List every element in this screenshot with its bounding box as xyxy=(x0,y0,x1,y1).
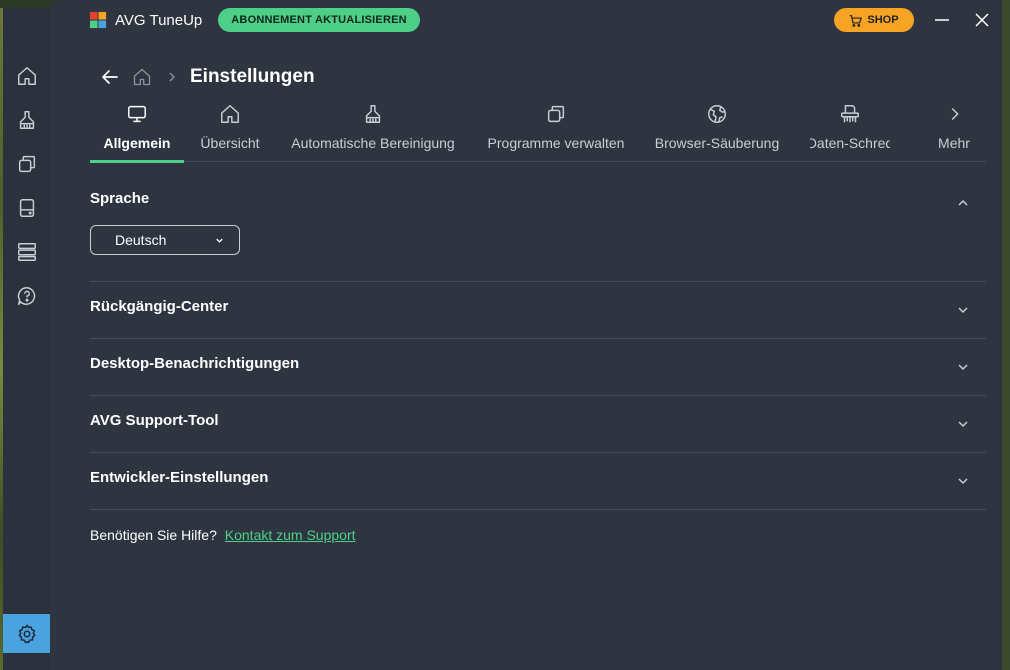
close-button[interactable] xyxy=(972,10,992,30)
page-title: Einstellungen xyxy=(190,66,315,87)
tab-label: Daten-Schred xyxy=(810,135,890,151)
sidebar-item-settings[interactable] xyxy=(3,614,50,653)
close-icon xyxy=(975,13,989,27)
section-toggle[interactable] xyxy=(956,360,970,374)
drive-icon xyxy=(19,199,34,217)
section-title: Sprache xyxy=(90,190,150,207)
chevron-up-icon xyxy=(958,199,968,206)
contact-support-link[interactable]: Kontakt zum Support xyxy=(225,527,356,543)
minimize-icon xyxy=(935,19,949,21)
chevron-down-icon xyxy=(958,478,968,485)
section-toggle[interactable] xyxy=(956,417,970,431)
stack-icon xyxy=(17,243,36,261)
tab-label: Übersicht xyxy=(200,135,260,151)
section-entwickler-einstellungen[interactable]: Entwickler-Einstellungen xyxy=(90,453,986,510)
tab-mehr[interactable]: Mehr xyxy=(934,100,974,162)
tab-uebersicht[interactable]: Übersicht xyxy=(192,100,268,162)
upgrade-subscription-button[interactable]: ABONNEMENT AKTUALISIEREN xyxy=(218,8,420,32)
sidebar-item-stack[interactable] xyxy=(3,232,50,272)
sidebar-item-drive[interactable] xyxy=(3,188,50,228)
broom-icon xyxy=(19,111,34,129)
breadcrumb: Einstellungen xyxy=(100,64,315,90)
section-title: Entwickler-Einstellungen xyxy=(90,469,269,486)
tab-browser-saeuberung[interactable]: Browser-Säuberung xyxy=(653,100,781,162)
chevron-right-icon xyxy=(169,72,175,82)
broom-icon xyxy=(365,105,381,123)
chevron-down-icon xyxy=(216,238,223,243)
section-avg-support-tool[interactable]: AVG Support-Tool xyxy=(90,396,986,453)
tab-daten-schredder[interactable]: Daten-Schred xyxy=(810,100,890,162)
section-title: Desktop-Benachrichtigungen xyxy=(90,355,300,372)
tab-label: Automatische Bereinigung xyxy=(291,135,455,151)
shop-label: SHOP xyxy=(867,14,899,26)
help-icon xyxy=(17,287,35,305)
tab-programme-verwalten[interactable]: Programme verwalten xyxy=(481,100,631,162)
monitor-icon xyxy=(128,105,146,123)
gear-icon xyxy=(17,624,36,643)
home-icon xyxy=(221,105,239,123)
sidebar-item-cleanup[interactable] xyxy=(3,100,50,140)
title-bar: AVG TuneUp ABONNEMENT AKTUALISIEREN xyxy=(89,8,420,32)
help-footer: Benötigen Sie Hilfe? Kontakt zum Support xyxy=(90,527,356,543)
chevron-right-icon xyxy=(951,107,959,121)
sidebar-item-apps[interactable] xyxy=(3,144,50,184)
apps-icon xyxy=(18,155,35,173)
minimize-button[interactable] xyxy=(932,10,952,30)
apps-icon xyxy=(547,105,565,123)
sidebar-item-help[interactable] xyxy=(3,276,50,316)
shop-button[interactable]: SHOP xyxy=(834,8,914,32)
section-title: Rückgängig-Center xyxy=(90,298,229,315)
avg-logo-icon xyxy=(89,11,107,28)
shredder-icon xyxy=(841,105,859,123)
main-window: AVG TuneUp ABONNEMENT AKTUALISIEREN SHOP… xyxy=(50,0,1002,670)
sidebar xyxy=(3,8,50,670)
cart-icon xyxy=(850,14,863,27)
help-text: Benötigen Sie Hilfe? xyxy=(90,527,217,543)
section-toggle[interactable] xyxy=(956,303,970,317)
section-toggle[interactable] xyxy=(956,196,970,210)
chevron-down-icon xyxy=(958,364,968,371)
language-value: Deutsch xyxy=(115,232,167,248)
back-arrow-icon[interactable] xyxy=(100,67,120,87)
section-sprache: Sprache Deutsch xyxy=(90,162,986,282)
language-select[interactable]: Deutsch xyxy=(90,225,240,255)
tab-label: Programme verwalten xyxy=(487,135,625,151)
home-icon xyxy=(17,67,36,85)
globe-icon xyxy=(708,105,726,123)
tab-label: Browser-Säuberung xyxy=(654,135,780,151)
tab-allgemein[interactable]: Allgemein xyxy=(90,100,184,163)
home-icon[interactable] xyxy=(132,67,152,87)
section-desktop-benachrichtigungen[interactable]: Desktop-Benachrichtigungen xyxy=(90,339,986,396)
tab-automatische-bereinigung[interactable]: Automatische Bereinigung xyxy=(285,100,461,162)
tab-label: Mehr xyxy=(938,135,970,151)
section-rueckgaengig-center[interactable]: Rückgängig-Center xyxy=(90,282,986,339)
chevron-down-icon xyxy=(958,421,968,428)
tab-label: Allgemein xyxy=(103,135,171,151)
app-title: AVG TuneUp xyxy=(115,11,203,29)
chevron-down-icon xyxy=(958,307,968,314)
sidebar-item-home[interactable] xyxy=(3,56,50,96)
section-title: AVG Support-Tool xyxy=(90,412,219,429)
section-toggle[interactable] xyxy=(956,474,970,488)
tab-bar: Allgemein Übersicht Automatische Bereini… xyxy=(90,100,986,163)
